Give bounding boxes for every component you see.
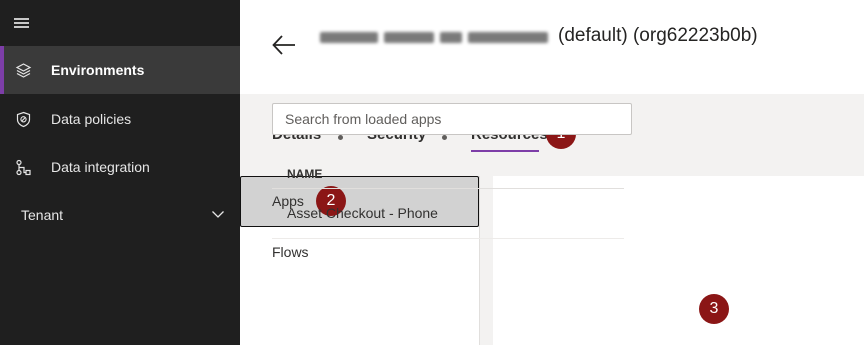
tab-separator-dot	[442, 135, 447, 140]
tab-separator-dot	[338, 135, 343, 140]
page-header: (default) (org62223b0b)	[240, 0, 864, 94]
sidebar-item-label: Tenant	[21, 207, 64, 223]
sidebar-item-data-integration[interactable]: Data integration	[0, 143, 240, 191]
selected-tab-underline	[471, 150, 539, 152]
left-nav-sidebar: Environments Data policies Data integrat…	[0, 0, 240, 345]
back-arrow-icon[interactable]	[271, 33, 297, 57]
sidebar-item-environments[interactable]: Environments	[0, 46, 240, 94]
sidebar-item-label: Data integration	[51, 159, 150, 175]
step-badge: 3	[699, 294, 729, 324]
subnav-item-label: Flows	[272, 244, 309, 260]
redacted-environment-name	[320, 28, 554, 46]
app-name[interactable]: Asset Checkout - Phone	[287, 205, 438, 221]
table-row[interactable]: Asset Checkout - Phone	[272, 189, 624, 237]
search-apps-input[interactable]	[272, 103, 632, 135]
divider	[272, 238, 624, 239]
column-header-name[interactable]: NAME	[287, 167, 322, 181]
hamburger-menu-icon[interactable]	[14, 16, 30, 30]
chevron-down-icon[interactable]	[211, 209, 225, 219]
sidebar-item-tenant[interactable]: Tenant	[0, 191, 240, 239]
shield-icon	[16, 111, 31, 128]
sidebar-item-label: Data policies	[51, 111, 132, 127]
layers-icon	[15, 63, 32, 78]
active-indicator	[0, 46, 4, 94]
page-title: (default) (org62223b0b)	[558, 25, 758, 46]
flow-icon	[16, 159, 31, 176]
sidebar-item-label: Environments	[51, 62, 145, 78]
sidebar-item-data-policies[interactable]: Data policies	[0, 95, 240, 143]
